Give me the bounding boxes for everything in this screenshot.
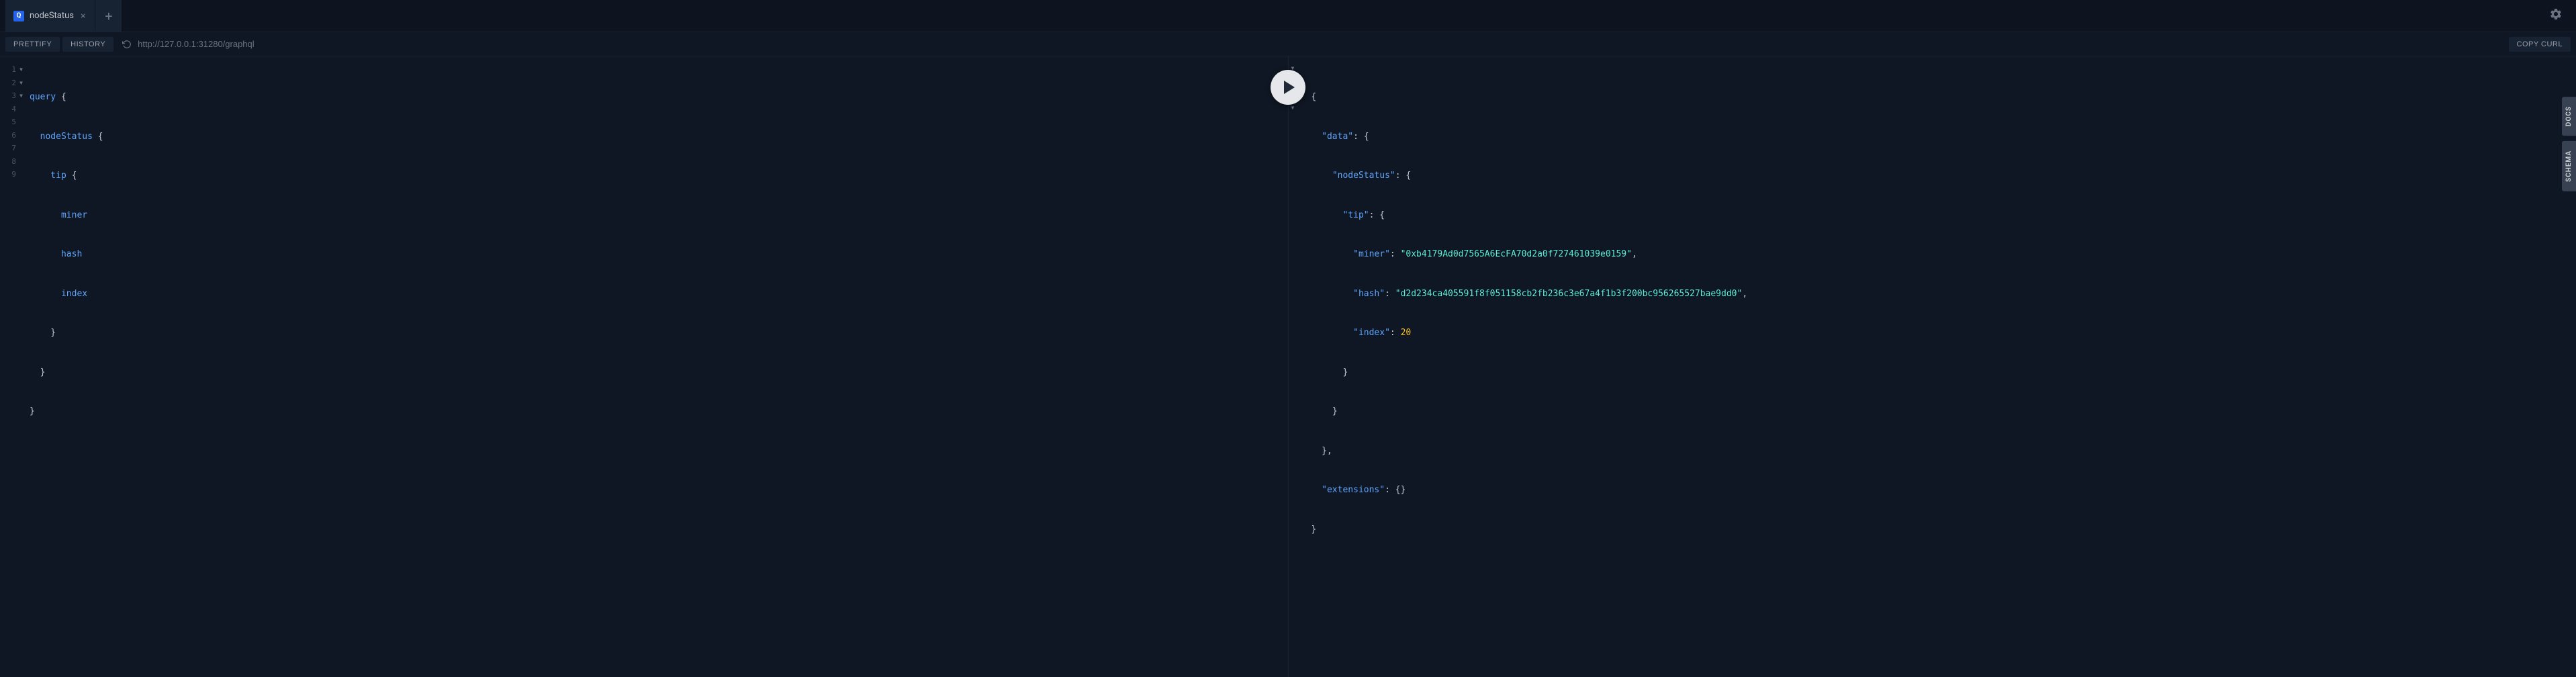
fold-marker-icon[interactable]: ▼ [19, 79, 23, 87]
query-code[interactable]: query { nodeStatus { tip { miner hash in… [20, 56, 1288, 677]
schema-tab[interactable]: SCHEMA [2562, 141, 2576, 191]
tab-nodestatus[interactable]: Q nodeStatus × [5, 0, 95, 32]
line-gutter: 1▼ 2▼ 3▼ 4 5 6 7 8 9 [0, 56, 20, 677]
main-editor-area: 1▼ 2▼ 3▼ 4 5 6 7 8 9 query { nodeStatus … [0, 56, 2576, 677]
fold-marker-icon[interactable]: ▼ [19, 66, 23, 74]
side-tabs: DOCS SCHEMA [2562, 97, 2576, 191]
fold-marker-icon[interactable]: ▼ [19, 92, 23, 100]
refresh-icon[interactable] [122, 39, 132, 50]
docs-tab[interactable]: DOCS [2562, 97, 2576, 136]
new-tab-button[interactable]: + [95, 0, 122, 32]
copy-curl-button[interactable]: COPY CURL [2509, 37, 2571, 52]
toolbar: PRETTIFY HISTORY COPY CURL [0, 32, 2576, 56]
query-tab-icon: Q [13, 11, 24, 21]
execute-button[interactable] [1271, 70, 1305, 105]
result-viewer[interactable]: ▼ ▼ ▼ ▼ { "data": { "nodeStatus": { "tip… [1289, 56, 2576, 677]
endpoint-url-input[interactable] [138, 39, 2505, 49]
query-editor[interactable]: 1▼ 2▼ 3▼ 4 5 6 7 8 9 query { nodeStatus … [0, 56, 1288, 677]
tab-label: nodeStatus [30, 11, 74, 21]
prettify-button[interactable]: PRETTIFY [5, 37, 60, 52]
result-fold-gutter: ▼ ▼ ▼ ▼ [1289, 56, 1302, 677]
result-code: { "data": { "nodeStatus": { "tip": { "mi… [1302, 56, 2576, 677]
close-icon[interactable]: × [79, 9, 87, 23]
history-button[interactable]: HISTORY [62, 37, 113, 52]
tab-bar: Q nodeStatus × + [0, 0, 2576, 32]
play-icon [1284, 81, 1295, 94]
gear-icon[interactable] [2541, 7, 2571, 25]
